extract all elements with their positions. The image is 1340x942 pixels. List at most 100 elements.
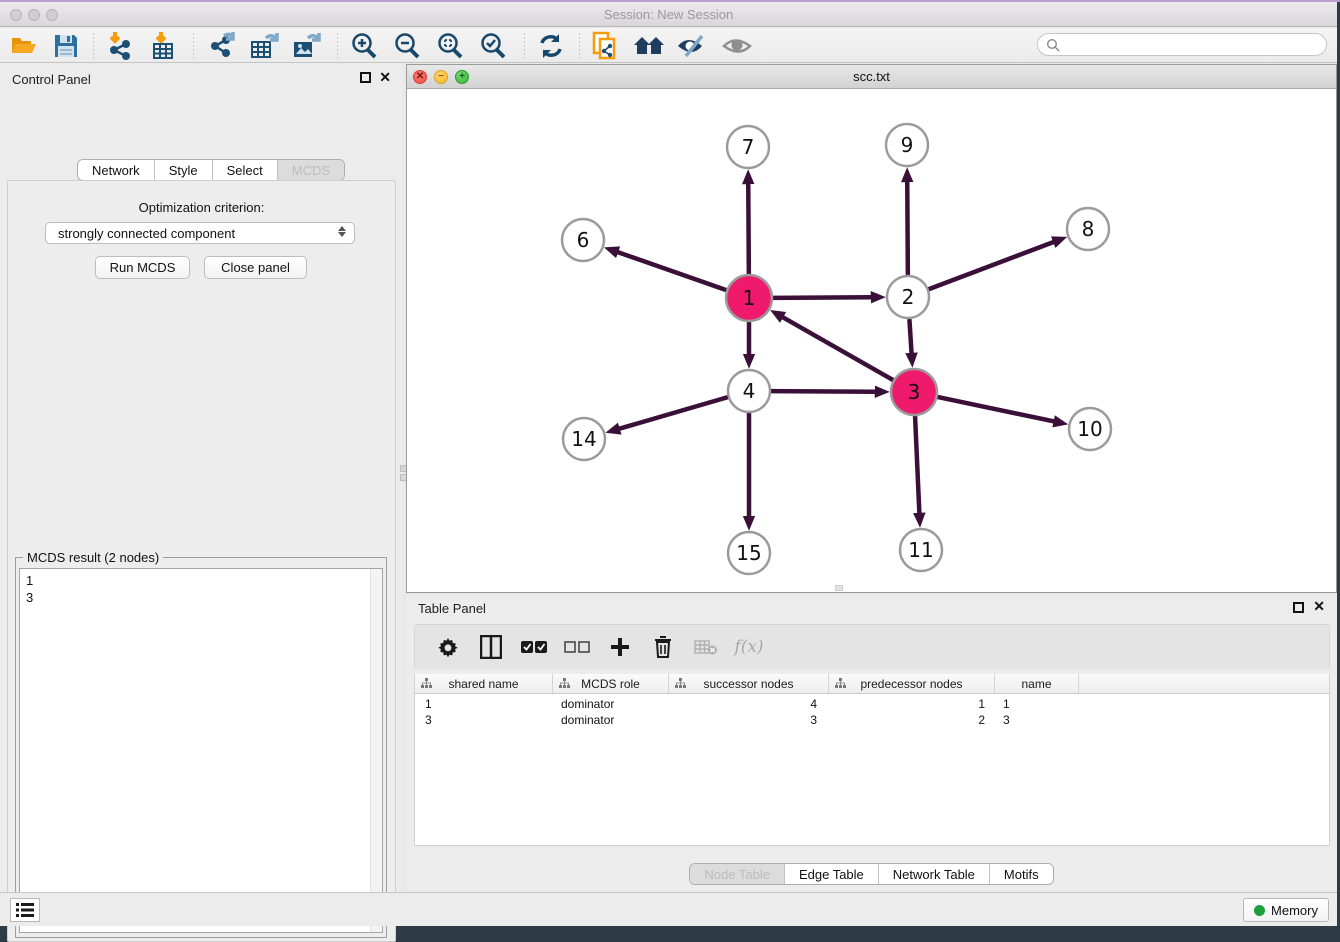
table-header-row: shared name MCDS role successor nodes pr… <box>415 674 1329 694</box>
edge-2-8[interactable] <box>929 242 1055 290</box>
tab-style[interactable]: Style <box>155 160 213 180</box>
graph-node-10[interactable]: 10 <box>1069 408 1111 450</box>
select-all-columns-icon[interactable] <box>521 634 547 660</box>
graph-node-1[interactable]: 1 <box>726 275 772 321</box>
edge-2-3[interactable] <box>909 319 911 354</box>
tab-edge-table[interactable]: Edge Table <box>785 864 879 884</box>
svg-text:14: 14 <box>571 427 596 451</box>
tab-motifs[interactable]: Motifs <box>990 864 1053 884</box>
export-network-icon[interactable] <box>206 31 238 61</box>
titlebar: Session: New Session <box>0 2 1337 27</box>
tab-node-table[interactable]: Node Table <box>690 864 785 884</box>
select-arrows-icon <box>338 226 346 237</box>
table-panel-title: Table Panel <box>418 601 486 616</box>
settings-gear-icon[interactable] <box>435 634 461 660</box>
task-history-button[interactable] <box>10 898 40 922</box>
zoom-selected-icon[interactable] <box>477 31 509 61</box>
edge-1-6[interactable] <box>617 252 726 290</box>
column-header-name[interactable]: name <box>995 674 1079 693</box>
table-close-icon[interactable]: ✕ <box>1313 601 1325 612</box>
mcds-result-scrollbar[interactable] <box>370 569 382 932</box>
clone-network-icon[interactable] <box>589 31 621 61</box>
mcds-result-title: MCDS result (2 nodes) <box>23 550 163 565</box>
svg-text:4: 4 <box>743 379 756 403</box>
optimization-criterion-value: strongly connected component <box>58 226 235 241</box>
delete-columns-trash-icon[interactable] <box>650 634 676 660</box>
float-panel-icon[interactable] <box>360 72 371 83</box>
graph-node-6[interactable]: 6 <box>562 219 604 261</box>
table-row[interactable]: 1 dominator 4 1 1 <box>415 697 1329 713</box>
control-panel: Control Panel ✕ Network Style Select MCD… <box>0 63 403 892</box>
import-network-icon[interactable] <box>105 31 137 61</box>
refresh-icon[interactable] <box>535 31 567 61</box>
graph-node-3[interactable]: 3 <box>891 369 937 415</box>
column-header-shared-name[interactable]: shared name <box>415 674 553 693</box>
column-header-predecessor-nodes[interactable]: predecessor nodes <box>829 674 995 693</box>
tab-select[interactable]: Select <box>213 160 278 180</box>
export-table-icon[interactable] <box>249 31 281 61</box>
table-panel: Table Panel ✕ f(x) <box>406 595 1337 890</box>
hierarchy-icon <box>559 678 570 689</box>
mcds-panel-body: Optimization criterion: strongly connect… <box>7 180 396 942</box>
network-view-frame: ✕ − + scc.txt 7 9 6 8 1 2 4 3 14 10 15 11 <box>406 64 1337 593</box>
svg-text:1: 1 <box>743 286 756 310</box>
search-box[interactable] <box>1037 33 1327 56</box>
run-mcds-button[interactable]: Run MCDS <box>95 256 190 279</box>
column-layout-icon[interactable] <box>478 634 504 660</box>
edge-3-10[interactable] <box>937 397 1054 422</box>
deselect-all-columns-icon[interactable] <box>564 634 590 660</box>
network-view-titlebar[interactable]: ✕ − + scc.txt <box>407 65 1336 89</box>
edge-4-3[interactable] <box>771 391 876 392</box>
edge-3-1[interactable] <box>782 317 893 380</box>
node-table: shared name MCDS role successor nodes pr… <box>414 674 1330 846</box>
edge-2-9[interactable] <box>907 181 908 275</box>
edge-1-2[interactable] <box>773 297 872 298</box>
save-session-icon[interactable] <box>50 31 82 61</box>
close-panel-icon[interactable]: ✕ <box>379 72 391 83</box>
zoom-fit-icon[interactable] <box>434 31 466 61</box>
tab-network[interactable]: Network <box>78 160 155 180</box>
memory-button[interactable]: Memory <box>1243 898 1329 922</box>
graph-node-11[interactable]: 11 <box>900 529 942 571</box>
delete-table-icon <box>693 634 719 660</box>
edge-4-14[interactable] <box>619 397 728 429</box>
table-float-icon[interactable] <box>1293 602 1304 613</box>
zoom-out-icon[interactable] <box>391 31 423 61</box>
close-panel-button[interactable]: Close panel <box>204 256 307 279</box>
tab-mcds[interactable]: MCDS <box>278 160 344 180</box>
window-top-accent <box>0 0 1340 2</box>
export-image-icon[interactable] <box>291 31 323 61</box>
search-input[interactable] <box>1060 36 1326 54</box>
canvas-grip[interactable] <box>835 585 843 591</box>
add-column-icon[interactable] <box>607 634 633 660</box>
edge-3-11[interactable] <box>915 416 919 514</box>
graph-node-14[interactable]: 14 <box>563 418 605 460</box>
graph-node-7[interactable]: 7 <box>727 126 769 168</box>
first-neighbors-icon[interactable] <box>633 31 665 61</box>
graph-node-9[interactable]: 9 <box>886 124 928 166</box>
hierarchy-icon <box>835 678 846 689</box>
graph-node-4[interactable]: 4 <box>728 370 770 412</box>
table-tabs: Node Table Edge Table Network Table Moti… <box>689 863 1053 885</box>
column-header-successor-nodes[interactable]: successor nodes <box>669 674 829 693</box>
network-graph[interactable]: 7 9 6 8 1 2 4 3 14 10 15 11 <box>407 89 1336 593</box>
import-table-icon[interactable] <box>148 31 180 61</box>
svg-text:2: 2 <box>902 285 915 309</box>
hide-selected-icon[interactable] <box>676 31 708 61</box>
svg-text:8: 8 <box>1082 217 1095 241</box>
table-row[interactable]: 3 dominator 3 2 3 <box>415 713 1329 729</box>
zoom-in-icon[interactable] <box>348 31 380 61</box>
tab-network-table[interactable]: Network Table <box>879 864 990 884</box>
network-canvas[interactable]: 7 9 6 8 1 2 4 3 14 10 15 11 <box>407 89 1336 592</box>
graph-node-8[interactable]: 8 <box>1067 208 1109 250</box>
show-all-icon[interactable] <box>721 31 753 61</box>
function-builder-icon: f(x) <box>736 634 762 660</box>
graph-node-2[interactable]: 2 <box>887 276 929 318</box>
column-header-mcds-role[interactable]: MCDS role <box>553 674 669 693</box>
edge-1-7[interactable] <box>748 183 749 274</box>
open-session-icon[interactable] <box>8 31 40 61</box>
graph-node-15[interactable]: 15 <box>728 532 770 574</box>
mcds-result-text[interactable]: 1 3 <box>19 568 383 933</box>
optimization-criterion-label: Optimization criterion: <box>8 200 395 215</box>
optimization-criterion-select[interactable]: strongly connected component <box>45 222 355 244</box>
